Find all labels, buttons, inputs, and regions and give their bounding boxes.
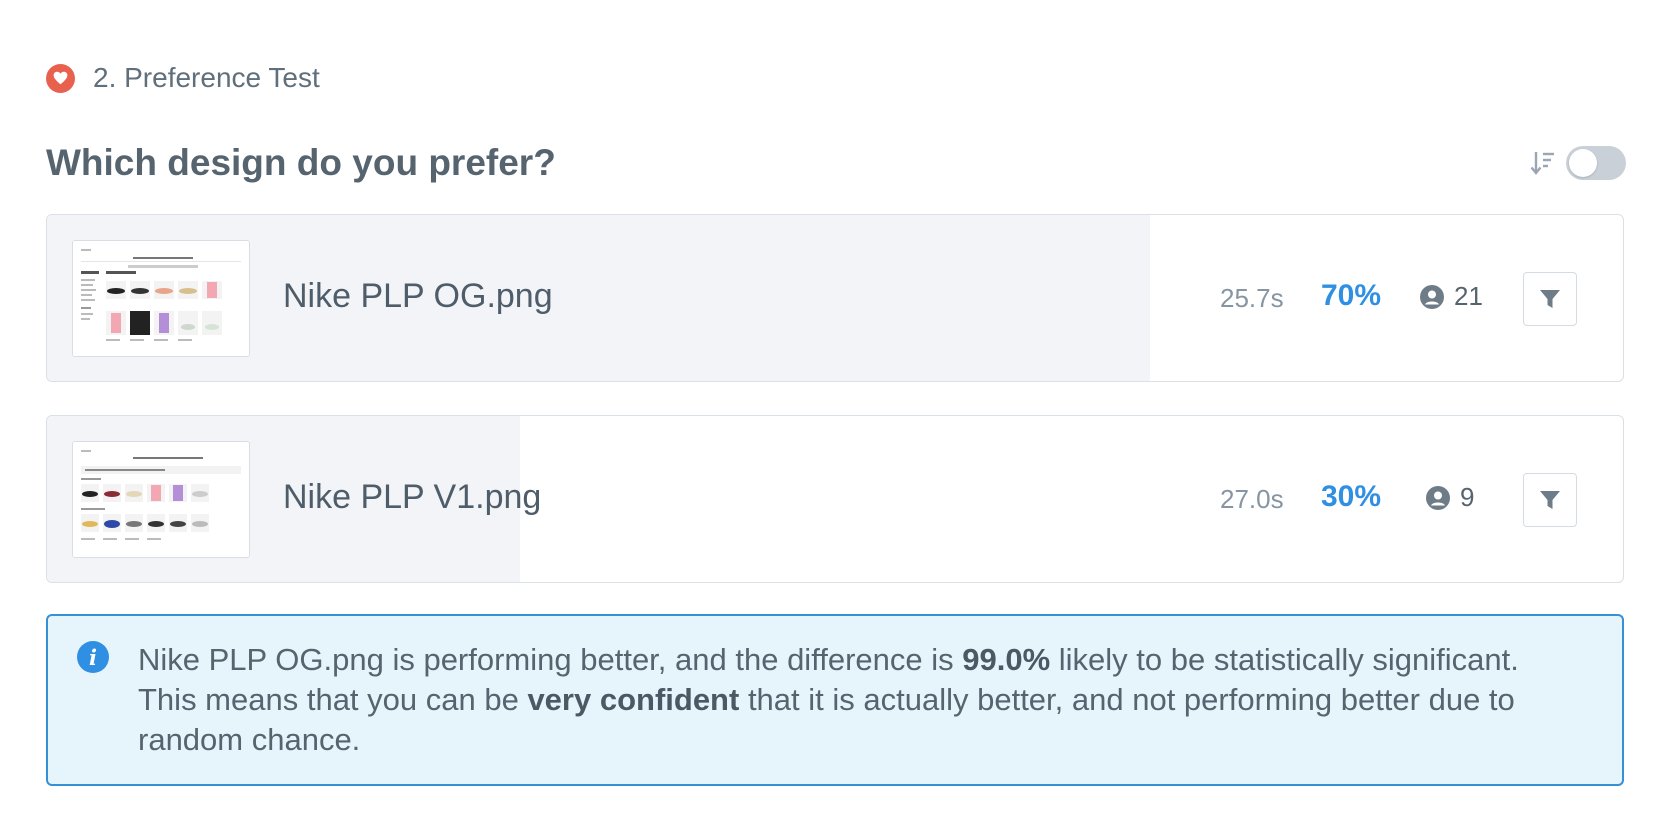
sort-controls: [1530, 146, 1626, 180]
preference-percent: 30%: [1321, 480, 1382, 513]
filter-button[interactable]: [1523, 272, 1577, 326]
option-filename: Nike PLP V1.png: [283, 478, 542, 516]
section-title: 2. Preference Test: [93, 62, 320, 93]
participant-count: 21: [1420, 281, 1483, 312]
sort-descending-icon: [1530, 148, 1558, 178]
confidence-label: very confident: [527, 682, 740, 717]
filter-icon: [1540, 290, 1560, 308]
filter-icon: [1540, 491, 1560, 509]
average-time: 27.0s: [1220, 484, 1284, 514]
design-thumbnail[interactable]: [72, 441, 250, 558]
confidence-value: 99.0%: [962, 642, 1051, 677]
heart-icon: [46, 63, 75, 93]
filter-button[interactable]: [1523, 473, 1577, 527]
option-row: Nike PLP OG.png 25.7s 70% 21: [46, 214, 1624, 382]
significance-message: Nike PLP OG.png is performing better, an…: [138, 640, 1582, 760]
user-icon: [1426, 485, 1450, 510]
question-title: Which design do you prefer?: [46, 142, 556, 183]
participant-count: 9: [1426, 482, 1474, 513]
participant-count-value: 21: [1454, 281, 1483, 311]
design-thumbnail[interactable]: [72, 240, 250, 357]
participant-count-value: 9: [1460, 482, 1475, 512]
option-row: Nike PLP V1.png 27.0s 30% 9: [46, 415, 1624, 583]
significance-info-box: i Nike PLP OG.png is performing better, …: [46, 614, 1624, 786]
info-icon: i: [77, 641, 109, 673]
user-icon: [1420, 284, 1444, 309]
option-filename: Nike PLP OG.png: [283, 277, 553, 315]
sort-toggle[interactable]: [1566, 146, 1626, 180]
average-time: 25.7s: [1220, 283, 1284, 313]
toggle-knob: [1569, 149, 1597, 177]
preference-percent: 70%: [1321, 279, 1382, 312]
section-header: 2. Preference Test: [46, 62, 320, 94]
message-part-1: Nike PLP OG.png is performing better, an…: [138, 642, 963, 677]
